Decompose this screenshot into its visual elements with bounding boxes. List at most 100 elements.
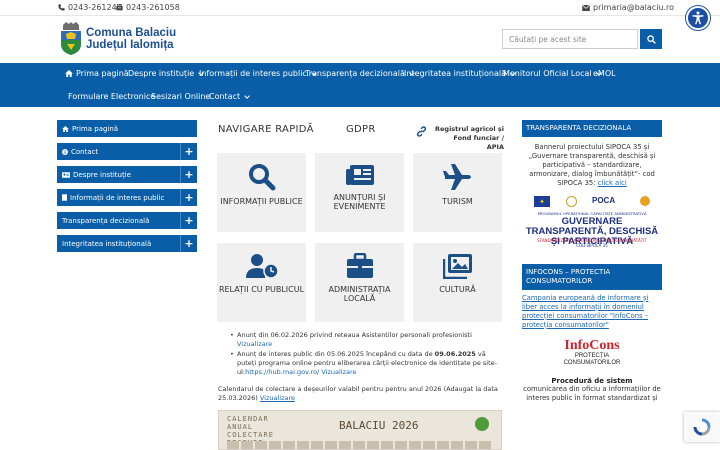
phone-contact[interactable]: 0243-261244 (58, 3, 122, 12)
tile-anunturi[interactable]: ANUNȚURI ȘI EVENIMENTE (315, 153, 404, 232)
calendar-view-link[interactable]: Vizualizare (260, 394, 295, 402)
nav-item-label: Prima pagină (76, 69, 129, 78)
coat-of-arms-logo[interactable] (60, 22, 82, 55)
calendar-image-title: BALACIU 2026 (339, 419, 419, 432)
nav-item-formulare[interactable]: Formulare Electronice (68, 92, 155, 101)
sidebar-item-contact[interactable]: Contact + (57, 143, 197, 160)
tile-turism[interactable]: TURISM (413, 153, 502, 232)
nav-item-home[interactable]: Prima pagină (65, 69, 129, 78)
expand-plus-icon[interactable]: + (180, 212, 197, 229)
government-seal-icon (566, 196, 577, 207)
sipoca-text: Bannerul proiectului SIPOCA 35 și „Guver… (528, 143, 656, 187)
sipoca-section-title: TRANSPARENTA DECIZIONALA (522, 120, 662, 137)
site-name[interactable]: Comuna Balaciu Județul Ialomița (86, 27, 176, 51)
nav-item-integritatea[interactable]: Integritatea instituțională (404, 69, 516, 78)
link-icon[interactable] (416, 126, 427, 137)
tile-cultura[interactable]: CULTURĂ (413, 243, 502, 322)
email-address: primaria@balaciu.ro (593, 3, 675, 12)
expand-plus-icon[interactable]: + (180, 235, 197, 252)
sidebar-item-label: Transparența decizională (62, 216, 150, 225)
nav-item-emol[interactable]: eMOL (593, 69, 616, 78)
poca-code: COD SIPOCA 35 (576, 243, 608, 248)
email-contact[interactable]: primaria@balaciu.ro (582, 3, 674, 12)
calendar-notice: Calendarul de colectare a deșeurilor val… (218, 385, 502, 403)
news-url-link[interactable]: https://hub.mai.gov.ro/ (245, 368, 319, 376)
nav-item-label: eMOL (593, 69, 616, 78)
sidebar-item-integritatea[interactable]: Integritatea instituțională + (57, 235, 197, 252)
sidebar-item-despre[interactable]: Despre instituție + (57, 166, 197, 183)
fax-contact[interactable]: 0243-261058 (116, 3, 180, 12)
expand-plus-icon[interactable]: + (180, 166, 197, 183)
chevron-down-icon (244, 92, 250, 99)
sipoca-click-link[interactable]: click aici (598, 179, 627, 187)
tile-administratia[interactable]: ADMINISTRAȚIA LOCALĂ (315, 243, 404, 322)
sidebar-item-label: Despre instituție (73, 170, 131, 179)
recaptcha-badge[interactable] (684, 412, 720, 442)
tile-relatii-public[interactable]: RELAȚII CU PUBLICUL (217, 243, 306, 322)
sidebar-item-label: Contact (71, 147, 99, 156)
search-button[interactable] (640, 29, 662, 49)
news-text: Anunț de interes public din 05.06.2025 î… (237, 350, 435, 358)
tile-label: ADMINISTRAȚIA LOCALĂ (328, 285, 391, 303)
sipoca-description: Bannerul proiectului SIPOCA 35 și „Guver… (522, 137, 662, 194)
poca-brand-logo: POCA (592, 196, 616, 205)
nav-item-label: Integritatea instituțională (404, 69, 506, 78)
id-card-icon (62, 171, 70, 178)
recaptcha-icon (693, 418, 711, 436)
news-view-link[interactable]: Vizualizare (237, 340, 272, 348)
user-clock-icon (245, 254, 279, 279)
partner-logo-icon (640, 196, 650, 206)
gdpr-link[interactable]: GDPR (346, 124, 376, 135)
nav-item-label: Formulare Electronice (68, 92, 156, 101)
nav-item-label: Despre instituție (128, 69, 195, 78)
sidebar-item-home[interactable]: Prima pagină (57, 120, 197, 137)
waste-calendar-image[interactable]: CALENDAR ANUAL COLECTARE DEȘEURI BALACIU… (218, 410, 502, 450)
infocons-section-title: INFOCONS – PROTECTIA CONSUMATORILOR (522, 264, 662, 290)
expand-plus-icon[interactable]: + (180, 189, 197, 206)
document-icon (62, 194, 67, 201)
site-name-line2: Județul Ialomița (86, 39, 174, 51)
procedura-text: comunicarea din oficiu a informațiilor d… (523, 385, 661, 402)
registru-agricol-link[interactable]: Registrul agricol și Fond funciar / APIA (434, 125, 504, 152)
poca-banner[interactable]: ✦ POCA PROGRAMUL OPERAȚIONAL CAPACITATE … (522, 196, 662, 248)
eu-flag-icon: ✦ (534, 196, 550, 207)
info-icon (62, 148, 68, 155)
nav-item-monitorul[interactable]: Monitorul Oficial Local (503, 69, 602, 78)
quick-nav-title: NAVIGARE RAPIDĂ (218, 124, 314, 135)
nav-item-label: Sesizari Online (151, 92, 211, 101)
sidebar-item-informatii[interactable]: Informații de interes public + (57, 189, 197, 206)
search-input[interactable]: Căutați pe acest site (502, 29, 638, 49)
site-header: Comuna Balaciu Județul Ialomița Căutați … (0, 16, 720, 63)
expand-plus-icon[interactable]: + (180, 143, 197, 160)
nav-item-despre[interactable]: Despre instituție (128, 69, 205, 78)
infocons-logo-text: InfoCons (564, 338, 620, 353)
nav-item-informatii[interactable]: Informații de interes public (199, 69, 317, 78)
sidebar-item-transparenta[interactable]: Transparența decizională + (57, 212, 197, 229)
nav-item-label: Informații de interes public (199, 69, 307, 78)
infocons-logo[interactable]: InfoCons PROTECȚIA CONSUMATORILOR (522, 338, 662, 367)
news-view-link[interactable]: Vizualizare (321, 368, 356, 376)
accessibility-button[interactable] (686, 6, 710, 30)
news-text: Anunț din 06.02.2026 privind reteaua Asi… (237, 331, 472, 339)
nav-item-transparenta[interactable]: Transparența decizională (305, 69, 415, 78)
infocons-campaign-link[interactable]: Campania europeană de informare și liber… (522, 290, 662, 334)
accessibility-icon (692, 11, 704, 25)
tile-label: RELAȚII CU PUBLICUL (218, 285, 305, 294)
site-name-line1: Comuna Balaciu (86, 27, 177, 39)
right-column: TRANSPARENTA DECIZIONALA Bannerul proiec… (522, 120, 662, 403)
search-icon (646, 34, 656, 44)
nav-item-label: Transparența decizională (305, 69, 405, 78)
nav-item-contact[interactable]: Contact (209, 92, 250, 101)
nav-item-label: Contact (209, 92, 241, 101)
sidebar-item-label: Prima pagină (72, 124, 119, 133)
infocons-logo-subtitle: PROTECȚIA CONSUMATORILOR (563, 353, 621, 366)
fax-number: 0243-261058 (126, 3, 180, 12)
news-date: 09.06.2025 (434, 350, 476, 358)
news-item: Anunț de interes public din 05.06.2025 î… (230, 350, 498, 377)
nav-item-sesizari[interactable]: Sesizari Online (151, 92, 210, 101)
phone-number: 0243-261244 (68, 3, 122, 12)
tile-informatii-publice[interactable]: INFORMAȚII PUBLICE (217, 153, 306, 232)
images-icon (442, 254, 472, 279)
news-item: Anunț din 06.02.2026 privind reteaua Asi… (230, 331, 498, 349)
tile-label: INFORMAȚII PUBLICE (220, 197, 303, 206)
